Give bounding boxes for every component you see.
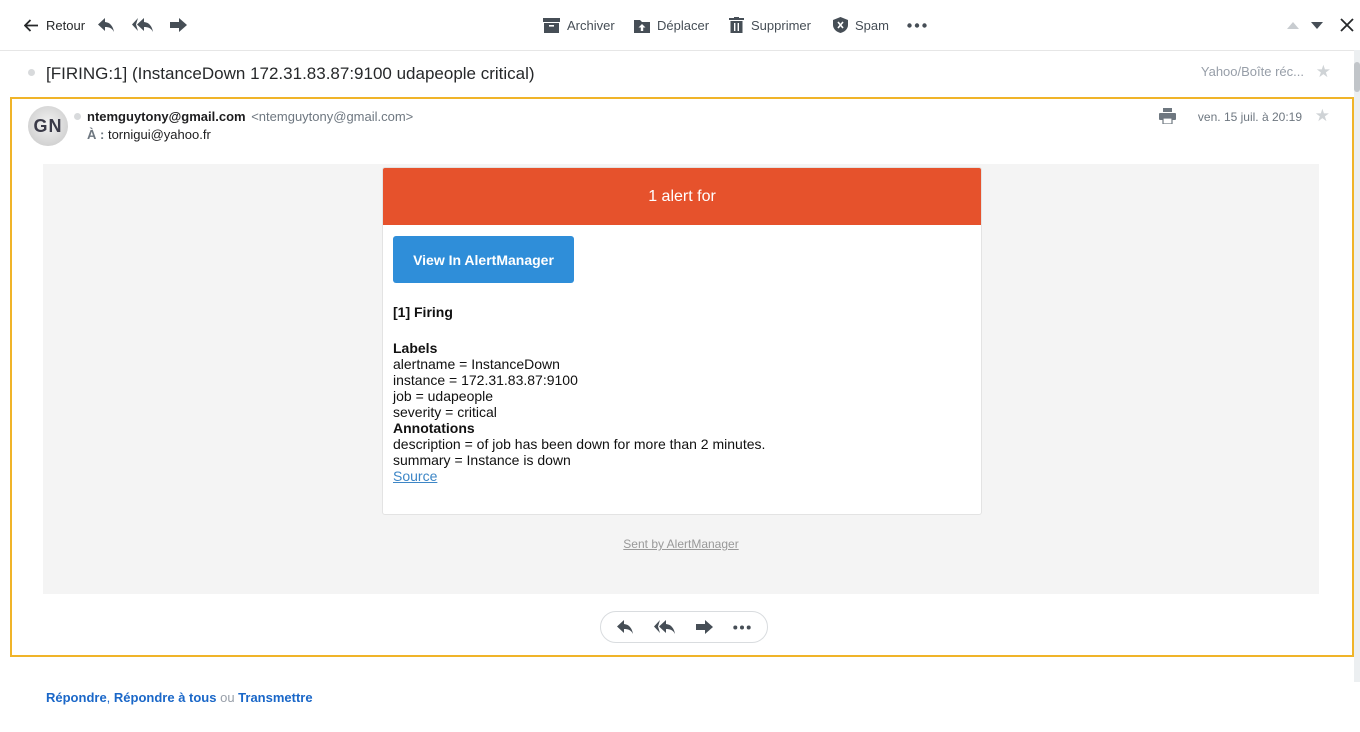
annotation-line: description = of job has been down for m… [393,436,766,452]
labels-title: Labels [393,340,438,356]
forward-icon [170,18,187,32]
subject-title: [FIRING:1] (InstanceDown 172.31.83.87:91… [46,64,535,83]
alert-details: [1] Firing Labels alertname = InstanceDo… [393,304,765,484]
delete-button[interactable]: Supprimer [729,0,811,50]
reply-link[interactable]: Répondre [46,690,107,705]
recipient: À : tornigui@yahoo.fr [87,127,211,142]
firing-title: [1] Firing [393,304,453,320]
label-line: job = udapeople [393,388,494,404]
more-actions-button[interactable] [907,0,927,50]
sender: ntemguytony@gmail.com <ntemguytony@gmail… [87,109,413,124]
reply-all-link[interactable]: Répondre à tous [114,690,217,705]
printer-icon [1159,108,1176,125]
alert-header: 1 alert for [383,168,981,225]
archive-icon [543,17,560,33]
to-label: À : [87,127,105,142]
quick-reply-button[interactable] [616,612,634,642]
view-in-alertmanager-button[interactable]: View In AlertManager [393,236,574,283]
reply-icon [98,18,114,32]
quick-reply-all-button[interactable] [654,612,676,642]
folder-label[interactable]: Yahoo/Boîte réc... [1201,64,1304,79]
back-button[interactable]: Retour [24,0,85,50]
close-icon [1340,18,1354,32]
shield-icon [833,17,848,33]
reply-all-icon [654,620,675,634]
forward-button[interactable] [170,0,187,50]
next-message-button[interactable] [1311,0,1323,50]
reply-all-button[interactable] [132,0,154,50]
sender-name[interactable]: ntemguytony@gmail.com [87,109,246,124]
move-label: Déplacer [657,17,710,33]
separator: , [106,690,114,705]
trash-icon [729,17,744,33]
subject-row: [FIRING:1] (InstanceDown 172.31.83.87:91… [0,51,1360,97]
archive-button[interactable]: Archiver [543,0,615,50]
arrow-left-icon [24,18,38,32]
caret-up-icon [1287,21,1299,29]
message-card: GN ntemguytony@gmail.com <ntemguytony@gm… [10,97,1354,657]
quick-actions-bar [600,611,768,643]
caret-down-icon [1311,21,1323,29]
quick-forward-button[interactable] [696,612,713,642]
reply-button[interactable] [97,0,115,50]
back-label: Retour [46,17,86,33]
label-line: alertname = InstanceDown [393,356,560,372]
avatar[interactable]: GN [28,106,68,146]
source-link[interactable]: Source [393,468,437,484]
message-toolbar: Retour Archiver Déplacer Supprimer Spam [0,0,1360,51]
message-date: ven. 15 juil. à 20:19 [1197,110,1302,124]
unread-dot[interactable] [28,69,35,76]
reply-all-icon [132,18,153,32]
sender-address: <ntemguytony@gmail.com> [251,109,414,124]
annotations-title: Annotations [393,420,475,436]
scrollbar[interactable] [1354,50,1360,682]
forward-link[interactable]: Transmettre [238,690,312,705]
or-text: ou [216,690,239,705]
print-button[interactable] [1159,108,1176,129]
delete-label: Supprimer [751,17,811,33]
archive-label: Archiver [567,17,615,33]
spam-button[interactable]: Spam [833,0,889,50]
annotation-line: summary = Instance is down [393,452,571,468]
read-status-dot[interactable] [74,113,81,120]
alert-card: 1 alert for View In AlertManager [1] Fir… [382,167,982,515]
label-line: instance = 172.31.83.87:9100 [393,372,578,388]
star-icon[interactable]: ★ [1316,63,1331,80]
forward-icon [696,620,713,634]
message-star-icon[interactable]: ★ [1315,107,1330,124]
more-icon [733,625,751,629]
to-address[interactable]: tornigui@yahoo.fr [108,127,211,142]
sent-by-link[interactable]: Sent by AlertManager [43,537,1319,551]
previous-message-button[interactable] [1287,0,1299,50]
close-button[interactable] [1340,0,1354,50]
folder-move-icon [634,19,650,33]
move-button[interactable]: Déplacer [634,0,709,50]
more-icon [907,22,927,28]
label-line: severity = critical [393,404,497,420]
reply-icon [617,620,633,634]
scrollbar-thumb[interactable] [1354,62,1360,92]
reply-footer: Répondre, Répondre à tous ou Transmettre [46,690,313,705]
email-body: 1 alert for View In AlertManager [1] Fir… [43,164,1319,594]
spam-label: Spam [855,17,889,33]
quick-more-button[interactable] [733,612,751,642]
